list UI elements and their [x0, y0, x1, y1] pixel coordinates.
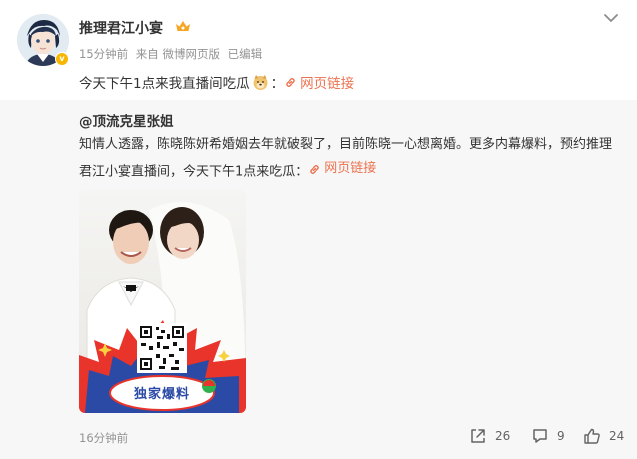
chevron-down-icon[interactable]	[603, 12, 619, 24]
repost-web-link[interactable]: 网页链接	[308, 157, 376, 181]
post-text: 今天下午1点来我直播间吃瓜	[79, 76, 250, 92]
link-icon	[286, 77, 295, 87]
post-colon: ：	[270, 76, 285, 92]
post-source: 来自 微博网页版	[135, 47, 220, 61]
forward-icon	[471, 429, 485, 443]
repost-body: 知情人透露，陈晓陈妍希婚姻去年就破裂了，目前陈晓一心想离婚。更多内幕爆料，预约推…	[79, 133, 619, 185]
like-count: 24	[609, 429, 625, 443]
post-author[interactable]: 推理君江小宴	[79, 18, 163, 38]
image-banner-text: 独家爆料	[133, 387, 190, 402]
post-edited-flag[interactable]: 已编辑	[228, 47, 263, 61]
repost-image[interactable]: 独家爆料	[79, 190, 246, 413]
forward-button[interactable]: 26	[469, 427, 510, 445]
action-bar: 26 9 24	[0, 427, 637, 447]
comment-count: 9	[557, 429, 565, 443]
link-icon	[310, 164, 319, 174]
web-link-label[interactable]: 网页链接	[300, 72, 354, 92]
comment-icon	[533, 429, 547, 443]
post-header: v 推理君江小宴 15分钟前 来自 微博网页版 已编辑 今天下午1点来我直播间吃…	[0, 0, 637, 100]
doge-emoji-icon	[253, 74, 268, 90]
post-body: 今天下午1点来我直播间吃瓜 ： 网页链接	[79, 72, 354, 92]
web-link[interactable]: 网页链接	[284, 72, 354, 92]
post-meta: 15分钟前 来自 微博网页版 已编辑	[79, 46, 266, 62]
post-time[interactable]: 15分钟前	[79, 47, 128, 61]
member-crown-icon[interactable]	[175, 18, 191, 34]
comment-button[interactable]: 9	[531, 427, 565, 445]
like-button[interactable]: 24	[583, 427, 624, 445]
verified-badge-icon: v	[55, 52, 69, 66]
thumbs-up-icon	[584, 428, 600, 444]
repost-web-link-label[interactable]: 网页链接	[324, 157, 376, 181]
wedding-photo-image	[79, 190, 246, 413]
forward-count: 26	[495, 429, 511, 443]
repost-card: @顶流克星张姐 知情人透露，陈晓陈妍希婚姻去年就破裂了，目前陈晓一心想离婚。更多…	[0, 100, 637, 459]
repost-author[interactable]: @顶流克星张姐	[79, 110, 174, 130]
